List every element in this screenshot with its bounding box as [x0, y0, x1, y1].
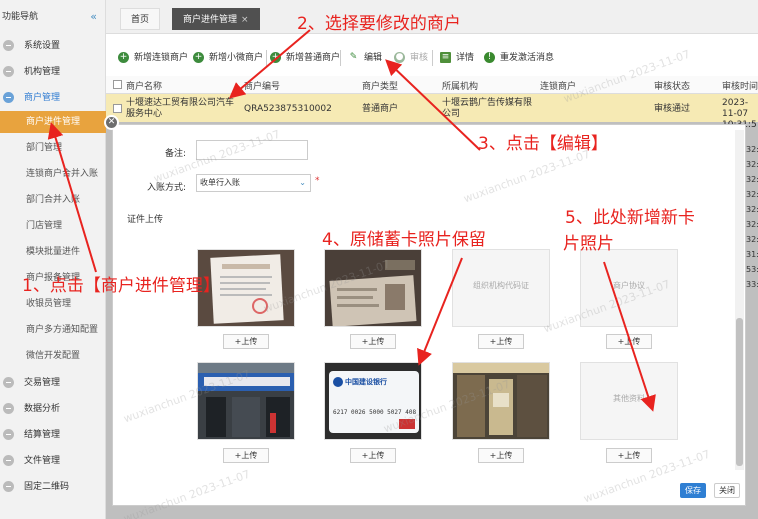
annotation-step-2: 2、选择要修改的商户: [297, 14, 461, 34]
annotation-step-1: 1、点击【商户进件管理】: [22, 276, 220, 296]
arrow-3: [385, 59, 481, 151]
arrow-4: [417, 257, 463, 366]
annotation-step-5: 5、此处新增新卡: [565, 208, 695, 228]
annotation-step-5-cont: 片照片: [563, 234, 614, 254]
arrow-2: [228, 29, 311, 99]
arrow-5: [603, 261, 656, 412]
annotation-step-4: 4、原储蓄卡照片保留: [322, 230, 486, 250]
annotation-arrows: [47, 29, 656, 412]
arrow-1: [47, 122, 97, 273]
annotation-step-3: 3、点击【编辑】: [478, 134, 608, 154]
